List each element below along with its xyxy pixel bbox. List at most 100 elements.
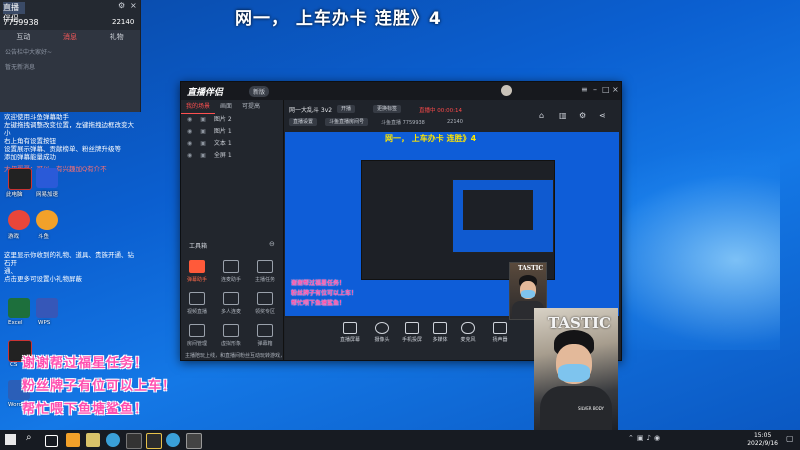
download-icon xyxy=(223,292,239,305)
tool-host-task[interactable]: 主播任务 xyxy=(251,260,279,283)
list-item: 添加弹幕能量成功 xyxy=(4,153,56,161)
list-item: 这里显示你收到的礼物、道具、贵族开通、钻石开 xyxy=(4,251,134,267)
gift-icon[interactable]: ▥ xyxy=(559,111,567,120)
eye-icon[interactable]: ◉ xyxy=(187,116,192,123)
windows-start-icon[interactable] xyxy=(5,434,16,445)
phone-cast-button[interactable]: 手机投屏 xyxy=(397,322,427,343)
tool-label: 弹幕箱 xyxy=(257,341,273,347)
eye-icon[interactable]: ◉ xyxy=(187,152,192,159)
scene-tabs: 我的场景 画面 可提高 xyxy=(181,100,283,114)
close-icon[interactable]: × xyxy=(612,85,619,94)
camera-button[interactable]: 摄像头 xyxy=(367,322,397,343)
source-item[interactable]: ◉ ▣ 全屏 1 xyxy=(181,150,283,162)
window-titlebar[interactable]: 直播伴侣 新版 ≡ – □ × xyxy=(181,82,621,100)
phone-icon xyxy=(405,322,419,334)
taskbar-app-game[interactable] xyxy=(86,433,100,447)
microphone-button[interactable]: 麦克风 xyxy=(453,322,483,343)
speaker-button[interactable]: 扬声器 xyxy=(485,322,515,343)
lock-icon[interactable]: ▣ xyxy=(200,128,206,135)
notification-icon[interactable]: ▢ xyxy=(786,434,794,443)
stream-preview[interactable]: 网一， 上车办卡 连胜》4 谢谢帮过福星任务！ 粉丝牌子有位可以上车！ 帮忙喂下… xyxy=(285,132,619,316)
tab-messages[interactable]: 消息 xyxy=(47,30,94,44)
tool-link-mic[interactable]: 连麦助手 xyxy=(217,260,245,283)
search-icon[interactable]: ⌕ xyxy=(26,432,32,443)
stream-settings-chip[interactable]: 直播设置 xyxy=(289,118,318,126)
gear-icon[interactable]: ⚙ xyxy=(579,111,586,120)
danmu-helper-tabs: 互动 消息 礼物 xyxy=(0,30,140,44)
desktop-icon-shield[interactable] xyxy=(36,168,58,188)
tool-danmu-box[interactable]: 弹幕箱 xyxy=(251,324,279,347)
taskbar-clock[interactable]: 15:05 2022/9/16 xyxy=(747,432,778,448)
user-id: 7759938 xyxy=(3,18,39,27)
toolbox-header: 工具箱 xyxy=(189,243,208,250)
list-item: 设置展示弹幕、贡献榜单、粉丝牌升级等 xyxy=(4,145,121,153)
user-icon xyxy=(223,260,239,273)
avatar-icon xyxy=(223,324,239,337)
desktop-icon-computer[interactable] xyxy=(8,168,32,190)
desktop-icon-wps[interactable] xyxy=(36,298,58,318)
nested-preview-screen xyxy=(452,179,554,253)
close-icon[interactable]: × xyxy=(130,1,137,10)
taskbar-app-s[interactable] xyxy=(186,433,202,449)
list-item: 左键拖拽调整改变位置，左键拖拽边框改变大小 xyxy=(4,121,134,137)
eye-icon[interactable]: ◉ xyxy=(187,128,192,135)
tool-danmu-helper[interactable]: 弹幕助手 xyxy=(183,260,211,283)
source-item[interactable]: ◉ ▣ 文本 1 xyxy=(181,138,283,150)
danmu-helper-panel[interactable]: 直播伴侣 7759938 22140 ⚙ × 互动 消息 礼物 公告栏中大家好~… xyxy=(0,0,141,112)
taskbar-app-live[interactable] xyxy=(66,433,80,447)
tool-label: 弹幕助手 xyxy=(186,277,207,283)
lock-icon[interactable]: ⌂ xyxy=(539,111,544,120)
share-icon[interactable]: ⋖ xyxy=(599,111,606,120)
minimize-icon[interactable]: – xyxy=(593,85,597,94)
lock-icon[interactable]: ▣ xyxy=(200,116,206,123)
eye-icon[interactable]: ◉ xyxy=(187,140,192,147)
start-chip[interactable]: 开播 xyxy=(337,105,356,113)
source-item[interactable]: ◉ ▣ 图片 1 xyxy=(181,126,283,138)
more-icon[interactable]: ⊖ xyxy=(269,240,275,248)
tray-icons[interactable]: ⌃▣♪◉ xyxy=(628,434,663,442)
room-chip[interactable]: 斗鱼直播房间号 xyxy=(325,118,369,126)
toolbar-label: 多媒体 xyxy=(432,337,448,343)
lock-icon[interactable]: ▣ xyxy=(200,140,206,147)
tool-label: 连麦助手 xyxy=(220,277,241,283)
room-likes: 22140 xyxy=(447,119,463,125)
menu-icon[interactable]: ≡ xyxy=(581,85,588,94)
tab-interaction[interactable]: 互动 xyxy=(0,30,47,44)
stream-title[interactable]: 网一大乱斗 3v2 xyxy=(289,105,332,114)
desktop-icon-douyu[interactable] xyxy=(36,210,58,230)
tab-enhance[interactable]: 可提高 xyxy=(237,100,265,114)
taskbar-app-butterfly-2[interactable] xyxy=(166,433,180,447)
settings-icon[interactable]: ⚙ xyxy=(118,1,125,10)
desktop-icon-game[interactable] xyxy=(8,210,30,230)
tool-multi-mic[interactable]: 多人连麦 xyxy=(217,292,245,315)
list-item: 欢迎使用斗鱼弹幕助手 xyxy=(4,113,69,121)
version-badge[interactable]: 新版 xyxy=(249,86,270,97)
media-button[interactable]: 多媒体 xyxy=(425,322,455,343)
desktop-icon-label: 网易加速 xyxy=(36,192,59,198)
tab-gifts[interactable]: 礼物 xyxy=(93,30,140,44)
maximize-icon[interactable]: □ xyxy=(602,85,610,94)
tool-label: 虚拟形象 xyxy=(220,341,241,347)
change-tag-chip[interactable]: 更换标签 xyxy=(373,105,402,113)
source-name: 文本 1 xyxy=(213,140,232,147)
taskbar-app-butterfly[interactable] xyxy=(106,433,120,447)
toolbar-label: 麦克风 xyxy=(460,337,476,343)
toolbar-label: 直播屏幕 xyxy=(339,337,360,343)
tool-rewards[interactable]: 领奖专区 xyxy=(251,292,279,315)
taskbar-app-taskview[interactable] xyxy=(45,435,58,447)
taskbar: ⌕ ⌃▣♪◉ 15:05 2022/9/16 ▢ xyxy=(0,430,800,450)
source-item[interactable]: ◉ ▣ 图片 2 xyxy=(181,114,283,126)
taskbar-app-l[interactable] xyxy=(126,433,142,449)
taskbar-app-g[interactable] xyxy=(146,433,162,449)
screen-capture-button[interactable]: 直播屏幕 xyxy=(335,322,365,343)
tool-avatar[interactable]: 虚拟形象 xyxy=(217,324,245,347)
tool-room-manage[interactable]: 房间管理 xyxy=(183,324,211,347)
manage-icon xyxy=(189,324,205,337)
preview-comment: 粉丝牌子有位可以上车！ xyxy=(291,290,358,297)
desktop-icon-excel[interactable] xyxy=(8,298,30,318)
tab-my-scene[interactable]: 我的场景 xyxy=(181,100,216,114)
avatar[interactable] xyxy=(501,85,512,96)
tool-video-live[interactable]: 视频直播 xyxy=(183,292,211,315)
lock-icon[interactable]: ▣ xyxy=(200,152,206,159)
tab-canvas[interactable]: 画面 xyxy=(215,100,237,114)
